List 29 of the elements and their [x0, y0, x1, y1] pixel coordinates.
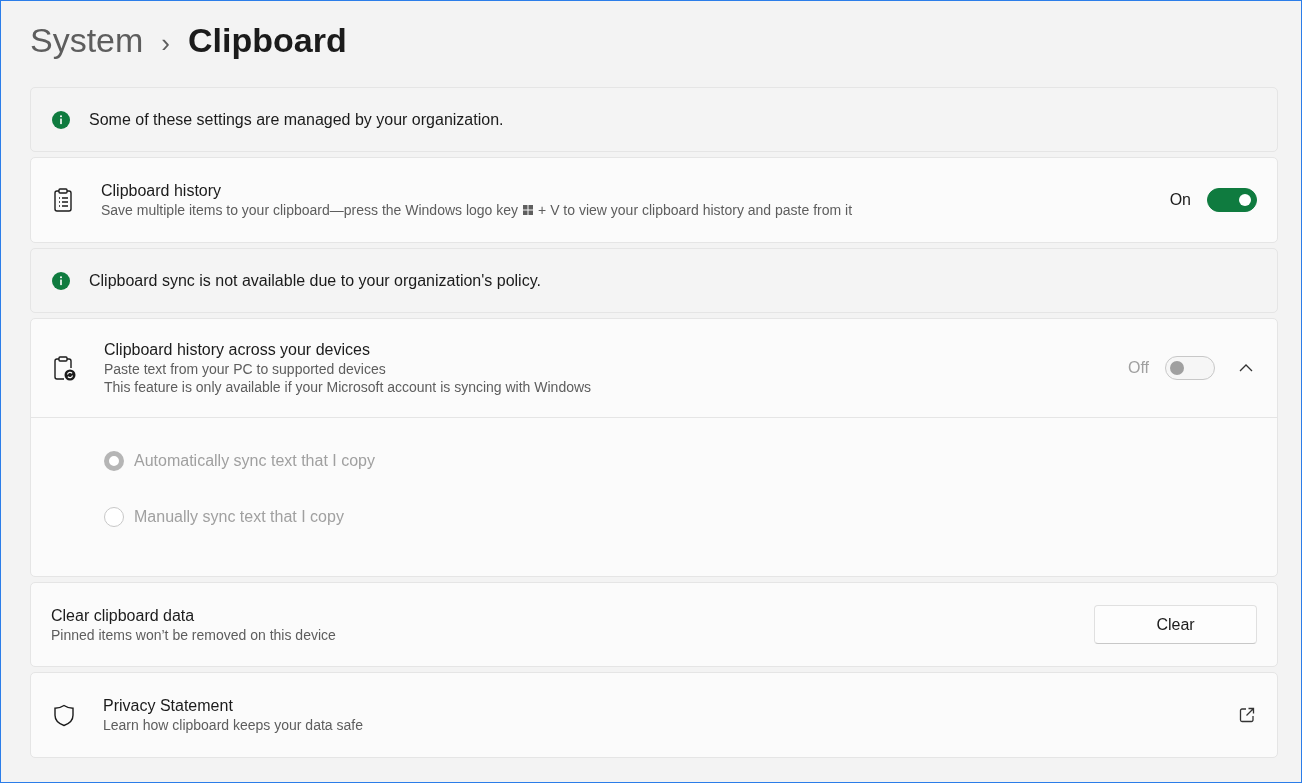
clipboard-sync-icon — [53, 355, 76, 381]
setting-description: Pinned items won’t be removed on this device — [51, 626, 337, 643]
shield-icon — [53, 703, 75, 727]
privacy-link[interactable]: Privacy Statement Learn how clipboard keeps your data safe — [30, 672, 1278, 758]
info-icon — [52, 110, 70, 129]
radio-label: Manually sync text that I copy — [134, 508, 344, 526]
setting-title: Clipboard history — [101, 182, 223, 200]
toggle-state-label: On — [1169, 191, 1191, 209]
setting-title: Clipboard history across your devices — [104, 341, 371, 359]
setting-title: Privacy Statement — [103, 697, 234, 715]
setting-description: This feature is only available if your Microsoft account is syncing with Windows — [104, 379, 593, 395]
setting-description: Learn how clipboard keeps your data safe — [103, 717, 364, 733]
setting-description: Paste text from your PC to supported devices — [104, 361, 387, 377]
info-message: Clipboard sync is not available due to your organization's policy. — [89, 271, 541, 290]
page-title: Clipboard — [188, 21, 347, 60]
windows-logo-icon — [523, 205, 534, 215]
setting-description: Save multiple items to your clipboard—press the Windows logo key — [101, 202, 519, 218]
setting-title: Clear clipboard data — [51, 606, 196, 625]
clipboard-list-icon — [53, 188, 73, 212]
toggle-state-label: Off — [1127, 359, 1149, 377]
clear-button[interactable]: Clear — [1094, 605, 1257, 644]
setting-description: + V to view your clipboard history and paste from it — [538, 202, 853, 218]
radio-label: Automatically sync text that I copy — [134, 452, 375, 470]
info-icon — [52, 271, 70, 290]
open-external-icon — [1239, 707, 1255, 723]
info-message: Some of these settings are managed by your organization. — [89, 110, 504, 129]
breadcrumb-link[interactable]: System — [30, 21, 144, 60]
chevron-icon: › — [161, 28, 171, 59]
toggle-switch[interactable] — [1207, 188, 1257, 212]
